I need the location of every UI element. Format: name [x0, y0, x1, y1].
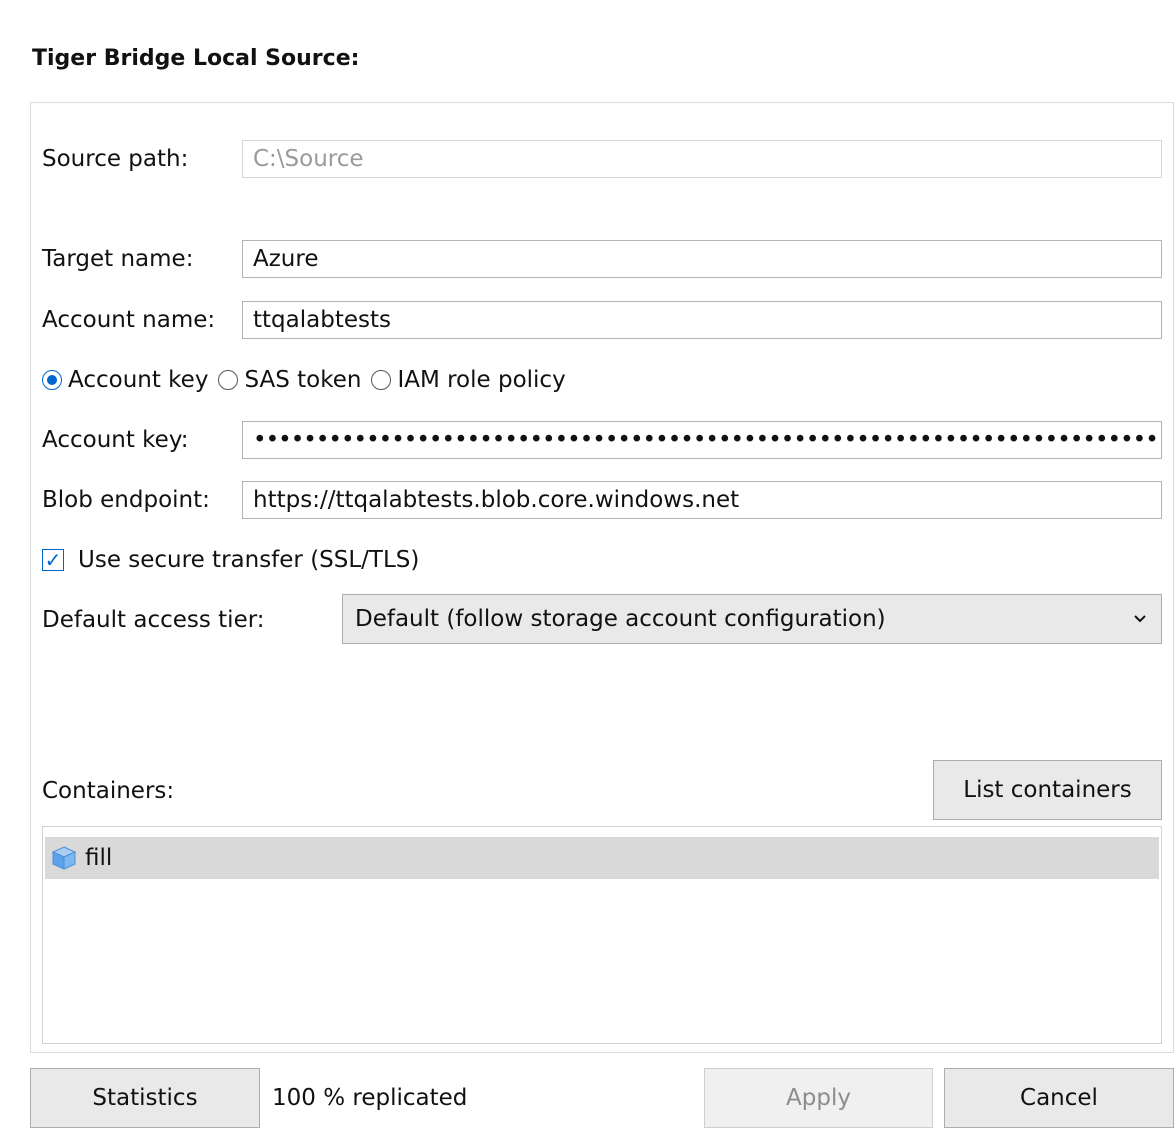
secure-transfer-checkbox[interactable]: ✓ [42, 549, 64, 571]
statistics-button[interactable]: Statistics [30, 1068, 260, 1128]
source-path-field: C:\Source [242, 140, 1162, 178]
blob-endpoint-field[interactable]: https://ttqalabtests.blob.core.windows.n… [242, 481, 1162, 519]
secure-transfer-option[interactable]: ✓ Use secure transfer (SSL/TLS) [42, 544, 419, 576]
target-name-label: Target name: [42, 246, 194, 272]
account-name-label: Account name: [42, 307, 216, 333]
auth-method-radio-group: Account key SAS token IAM role policy [42, 364, 576, 396]
chevron-down-icon [1133, 595, 1147, 662]
target-name-field[interactable]: Azure [242, 240, 1162, 278]
radio-sas-token[interactable]: SAS token [218, 367, 361, 393]
radio-label: Account key [68, 367, 209, 393]
secure-transfer-label: Use secure transfer (SSL/TLS) [78, 547, 420, 573]
list-item[interactable]: fill [45, 837, 1159, 879]
radio-unselected-icon [371, 370, 392, 390]
page-title: Tiger Bridge Local Source: [32, 46, 360, 71]
access-tier-selected-value: Default (follow storage account configur… [355, 606, 886, 632]
container-cube-icon [51, 846, 77, 870]
source-path-label: Source path: [42, 146, 189, 172]
container-name: fill [85, 845, 113, 871]
account-key-password-field[interactable]: ••••••••••••••••••••••••••••••••••••••••… [242, 421, 1162, 459]
access-tier-label: Default access tier: [42, 607, 265, 633]
containers-label: Containers: [42, 778, 175, 804]
radio-iam-role-policy[interactable]: IAM role policy [371, 367, 566, 393]
cancel-button[interactable]: Cancel [944, 1068, 1174, 1128]
access-tier-dropdown[interactable]: Default (follow storage account configur… [342, 594, 1162, 644]
blob-endpoint-label: Blob endpoint: [42, 487, 210, 513]
account-name-field[interactable]: ttqalabtests [242, 301, 1162, 339]
radio-label: SAS token [244, 367, 362, 393]
account-key-label: Account key: [42, 427, 189, 453]
replication-status: 100 % replicated [272, 1085, 468, 1111]
apply-button[interactable]: Apply [704, 1068, 933, 1128]
list-containers-button[interactable]: List containers [933, 760, 1162, 820]
radio-account-key[interactable]: Account key [42, 367, 208, 393]
radio-unselected-icon [218, 370, 239, 390]
containers-list[interactable]: fill [42, 826, 1162, 1044]
radio-label: IAM role policy [397, 367, 566, 393]
radio-selected-icon [42, 370, 62, 390]
